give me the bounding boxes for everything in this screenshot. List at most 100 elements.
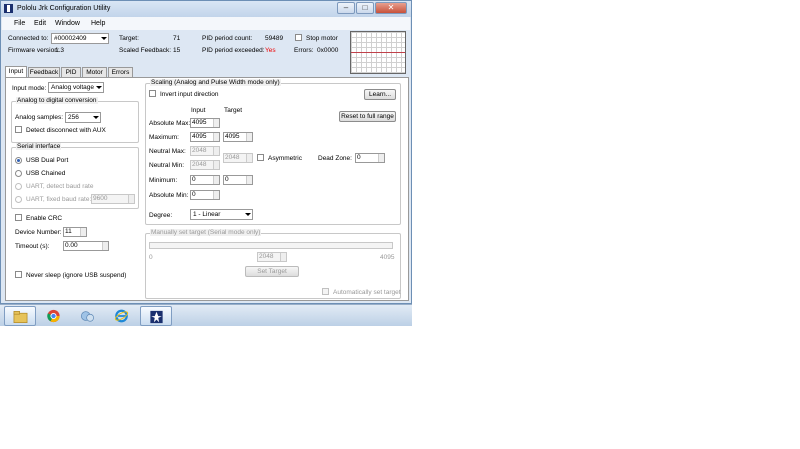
tab-pid[interactable]: PID [61, 67, 81, 77]
input-mode-label: Input mode: [12, 85, 47, 92]
spinner-icon[interactable] [213, 133, 219, 141]
serial-group-title: Serial interface [16, 143, 62, 150]
maximize-button[interactable]: □ [356, 2, 374, 14]
errors-label: Errors: [294, 47, 314, 54]
enable-crc-label: Enable CRC [26, 215, 63, 222]
errors-value: 0x0000 [317, 47, 339, 54]
target-slider[interactable] [149, 242, 393, 249]
minimum-input[interactable]: 0 [190, 175, 220, 185]
menu-file[interactable]: File [14, 20, 25, 27]
asymmetric-checkbox[interactable] [257, 154, 264, 161]
folder-icon [13, 311, 28, 323]
auto-target-checkbox[interactable] [322, 288, 329, 295]
degree-select[interactable]: 1 - Linear [190, 209, 253, 220]
absolute-max-label: Absolute Max: [149, 120, 191, 127]
neutral-max-label: Neutral Max: [149, 148, 186, 155]
reset-range-button[interactable]: Reset to full range [339, 111, 396, 122]
usb-chained-radio[interactable] [15, 170, 22, 177]
auto-target-label: Automatically set target [333, 289, 401, 296]
maximum-target[interactable]: 4095 [223, 132, 253, 142]
usb-dual-radio[interactable] [15, 157, 22, 164]
maximum-input-value: 4095 [192, 133, 207, 140]
input-column-header: Input [191, 107, 206, 114]
spinner-icon[interactable] [102, 242, 108, 250]
pid-exceeded-label: PID period exceeded: [202, 47, 265, 54]
enable-crc-checkbox[interactable] [15, 214, 22, 221]
taskbar-pololu[interactable] [140, 306, 172, 326]
spinner-icon[interactable] [246, 154, 252, 162]
taskbar-network[interactable] [72, 306, 104, 326]
maximum-input[interactable]: 4095 [190, 132, 220, 142]
spinner-icon[interactable] [213, 176, 219, 184]
menu-edit[interactable]: Edit [34, 20, 46, 27]
manual-target-value: 2048 [259, 253, 274, 260]
taskbar-ie[interactable] [106, 306, 138, 326]
menu-bar: File Edit Window Help [2, 17, 410, 30]
tab-errors[interactable]: Errors [108, 67, 133, 77]
uart-fixed-label: UART, fixed baud rate: [26, 196, 92, 203]
taskbar-chrome[interactable] [38, 306, 70, 326]
taskbar-explorer[interactable] [4, 306, 36, 326]
chevron-down-icon [96, 86, 102, 89]
neutral-target-value: 2048 [225, 154, 240, 161]
menu-help[interactable]: Help [91, 20, 105, 27]
neutral-target[interactable]: 2048 [223, 153, 253, 163]
tab-motor[interactable]: Motor [82, 67, 107, 77]
dead-zone-input[interactable]: 0 [355, 153, 385, 163]
never-sleep-checkbox[interactable] [15, 271, 22, 278]
close-button[interactable]: ✕ [375, 2, 407, 14]
spinner-icon[interactable] [213, 161, 219, 169]
spinner-icon[interactable] [128, 195, 134, 203]
spinner-icon[interactable] [246, 133, 252, 141]
stop-motor-checkbox[interactable] [295, 34, 302, 41]
baud-rate-input[interactable]: 9600 [91, 194, 135, 204]
absolute-max-input[interactable]: 4095 [190, 118, 220, 128]
pid-exceeded-value: Yes [265, 47, 276, 54]
tab-input[interactable]: Input [5, 66, 27, 77]
degree-value: 1 - Linear [193, 211, 221, 218]
absolute-min-value: 0 [192, 191, 196, 198]
minimum-label: Minimum: [149, 177, 178, 184]
firmware-label: Firmware version: [8, 47, 60, 54]
input-mode-select[interactable]: Analog voltage [48, 82, 104, 93]
timeout-input[interactable]: 0.00 [63, 241, 109, 251]
dead-zone-value: 0 [357, 154, 361, 161]
baud-rate-value: 9600 [93, 195, 108, 202]
neutral-max-input[interactable]: 2048 [190, 146, 220, 156]
dead-zone-label: Dead Zone: [318, 155, 352, 162]
device-number-label: Device Number: [15, 229, 62, 236]
spinner-icon[interactable] [80, 228, 86, 236]
menu-window[interactable]: Window [55, 20, 80, 27]
target-column-header: Target [224, 107, 243, 114]
device-select[interactable]: #00002409 [51, 33, 109, 44]
spinner-icon[interactable] [213, 147, 219, 155]
spinner-icon[interactable] [213, 119, 219, 127]
adc-group-title: Analog to digital conversion [16, 97, 98, 104]
minimize-button[interactable]: – [337, 2, 355, 14]
device-number-value: 11 [65, 228, 72, 235]
spinner-icon[interactable] [378, 154, 384, 162]
manual-target-input[interactable]: 2048 [257, 252, 287, 262]
minimum-target[interactable]: 0 [223, 175, 253, 185]
spinner-icon[interactable] [213, 191, 219, 199]
analog-samples-value: 256 [68, 114, 79, 121]
device-number-input[interactable]: 11 [63, 227, 87, 237]
spinner-icon[interactable] [280, 253, 286, 261]
connected-label: Connected to: [8, 35, 49, 42]
tab-feedback[interactable]: Feedback [28, 67, 60, 77]
network-icon [81, 311, 94, 322]
uart-fixed-radio[interactable] [15, 196, 22, 203]
window-title: Pololu Jrk Configuration Utility [17, 5, 111, 12]
uart-detect-radio[interactable] [15, 183, 22, 190]
neutral-min-input[interactable]: 2048 [190, 160, 220, 170]
invert-input-checkbox[interactable] [149, 90, 156, 97]
input-mode-value: Analog voltage [51, 84, 95, 91]
learn-button[interactable]: Learn... [364, 89, 396, 100]
spinner-icon[interactable] [246, 176, 252, 184]
set-target-button[interactable]: Set Target [245, 266, 299, 277]
detect-aux-checkbox[interactable] [15, 126, 22, 133]
absolute-min-input[interactable]: 0 [190, 190, 220, 200]
absolute-max-value: 4095 [192, 119, 207, 126]
maximum-label: Maximum: [149, 134, 179, 141]
analog-samples-select[interactable]: 256 [65, 112, 101, 123]
